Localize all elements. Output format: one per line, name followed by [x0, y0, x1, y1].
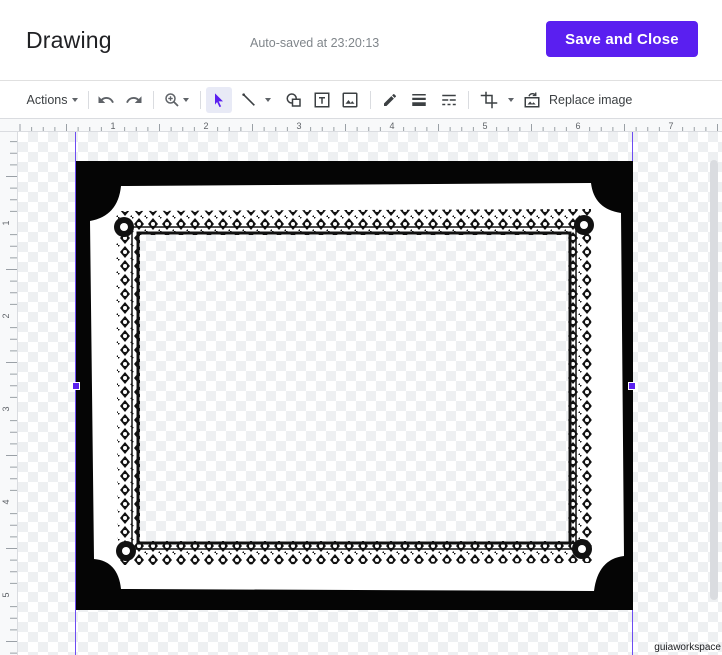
- zoom-icon: [165, 93, 179, 107]
- chevron-down-icon: [71, 98, 78, 102]
- undo-icon: [98, 96, 114, 103]
- ruler-label: 6: [575, 121, 580, 131]
- toolbar-divider: [370, 91, 371, 109]
- watermark: guiaworkspace: [654, 642, 721, 653]
- autosave-status: Auto-saved at 23:20:13: [250, 36, 380, 50]
- shape-tool-button[interactable]: [281, 87, 307, 113]
- save-and-close-button[interactable]: Save and Close: [546, 21, 698, 57]
- line-weight-button[interactable]: [406, 87, 432, 113]
- resize-handle-right[interactable]: [628, 382, 636, 390]
- dialog-title: Drawing: [26, 27, 112, 53]
- shape-icon: [286, 93, 301, 107]
- toolbar-divider: [88, 91, 89, 109]
- vertical-scrollbar[interactable]: [710, 160, 718, 600]
- resize-handle-left[interactable]: [72, 382, 80, 390]
- ruler-label: 1: [1, 220, 11, 225]
- crop-button[interactable]: [476, 87, 518, 113]
- line-dash-button[interactable]: [436, 87, 462, 113]
- ruler-label: 3: [1, 406, 11, 411]
- ruler-label: 4: [1, 499, 11, 504]
- horizontal-ruler-ticks: 1 2 3 4 5 6 7: [19, 121, 718, 131]
- vertical-ruler: 1 2 3 4 5: [0, 132, 18, 655]
- redo-button[interactable]: [121, 87, 147, 113]
- line-tool-button[interactable]: [236, 87, 276, 113]
- line-dash-icon: [442, 94, 456, 106]
- select-tool-button[interactable]: [206, 87, 232, 113]
- actions-label: Actions: [26, 93, 68, 107]
- zoom-button[interactable]: [158, 87, 194, 113]
- line-icon: [242, 93, 255, 106]
- ornate-frame-graphic: [90, 183, 624, 591]
- undo-button[interactable]: [93, 87, 119, 113]
- text-box-tool-button[interactable]: [309, 87, 335, 113]
- chevron-down-icon: [508, 98, 514, 102]
- crop-icon: [480, 91, 498, 109]
- chevron-down-icon: [265, 98, 271, 102]
- toolbar-divider: [200, 91, 201, 109]
- ornate-frame-image[interactable]: [76, 161, 633, 610]
- image-icon: [342, 92, 358, 108]
- replace-image-button[interactable]: Replace image: [549, 87, 639, 113]
- ruler-label: 5: [1, 592, 11, 597]
- pencil-icon: [384, 93, 397, 106]
- toolbar: Actions Replace image: [0, 80, 722, 118]
- vertical-ruler-ticks: 1 2 3 4 5: [1, 141, 17, 654]
- toolbar-divider: [468, 91, 469, 109]
- line-color-button[interactable]: [377, 87, 403, 113]
- chevron-down-icon: [183, 98, 189, 102]
- replace-image-icon: [524, 92, 540, 108]
- select-icon: [215, 93, 223, 108]
- ruler-label: 2: [1, 313, 11, 318]
- drawing-canvas[interactable]: [18, 132, 722, 655]
- toolbar-divider: [153, 91, 154, 109]
- replace-image-label: Replace image: [549, 93, 633, 107]
- image-tool-button[interactable]: [337, 87, 363, 113]
- actions-menu-button[interactable]: Actions: [22, 87, 82, 113]
- line-weight-icon: [412, 94, 426, 106]
- replace-image-icon-button[interactable]: [521, 87, 543, 113]
- dialog-header: Drawing Auto-saved at 23:20:13 Save and …: [0, 0, 722, 80]
- ruler-label: 4: [389, 121, 394, 131]
- horizontal-ruler: 1 2 3 4 5 6 7: [0, 118, 722, 132]
- ruler-label: 1: [110, 121, 115, 131]
- redo-icon: [126, 96, 142, 103]
- text-box-icon: [314, 92, 330, 108]
- ruler-label: 3: [296, 121, 301, 131]
- ruler-label: 7: [668, 121, 673, 131]
- ruler-label: 5: [482, 121, 487, 131]
- ruler-label: 2: [203, 121, 208, 131]
